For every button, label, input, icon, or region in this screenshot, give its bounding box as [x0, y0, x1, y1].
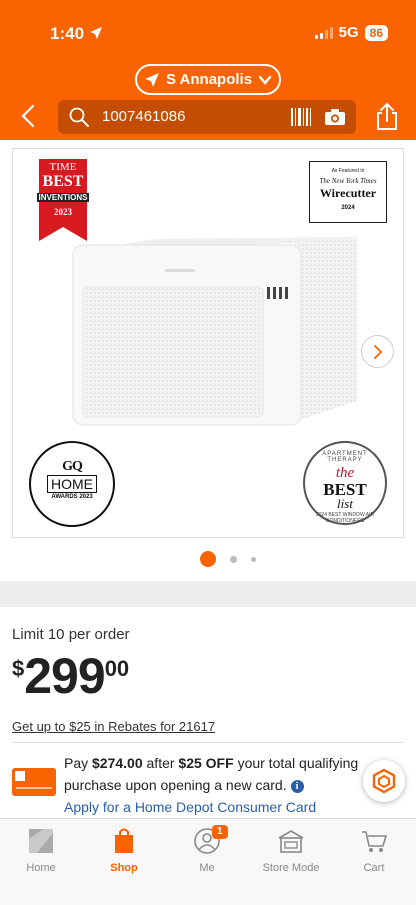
time-best-inventions-badge: TIME BEST INVENTIONS 2023	[37, 159, 89, 241]
store-name: S Annapolis	[165, 71, 253, 88]
divider	[12, 742, 404, 743]
order-limit-text: Limit 10 per order	[12, 626, 130, 643]
store-selector[interactable]: S Annapolis	[135, 64, 281, 95]
share-icon	[377, 102, 397, 130]
air-conditioner-product-image	[72, 237, 357, 426]
status-time: 1:40	[50, 24, 103, 44]
hexagon-assistant-icon	[372, 768, 396, 794]
back-button[interactable]	[14, 102, 42, 130]
pagination-dot[interactable]	[230, 555, 237, 563]
chat-assistant-button[interactable]	[363, 760, 405, 802]
bottom-navigation: Home Shop 1 Me Store Mode Cart	[0, 818, 416, 905]
next-image-button[interactable]	[361, 335, 394, 368]
info-icon[interactable]: i	[290, 779, 304, 793]
chevron-right-icon	[373, 344, 382, 359]
status-indicators: 5G 86	[314, 24, 388, 41]
price-cents: 00	[104, 656, 130, 681]
home-depot-logo-icon	[29, 829, 53, 853]
network-label: 5G	[338, 24, 359, 41]
chevron-down-icon	[258, 75, 272, 85]
product-image-gallery[interactable]: TIME BEST INVENTIONS 2023 As Featured In…	[12, 148, 404, 538]
search-icon	[69, 107, 89, 127]
search-input[interactable]: 1007461086	[58, 100, 356, 134]
gallery-pagination[interactable]	[200, 551, 256, 567]
pagination-dot[interactable]	[251, 556, 256, 562]
apartment-therapy-badge: APARTMENT THERAPY the BEST list 2024 BES…	[303, 441, 387, 525]
location-arrow-icon	[89, 27, 102, 39]
nav-me[interactable]: 1 Me	[172, 825, 242, 874]
share-button[interactable]	[372, 102, 402, 132]
search-value: 1007461086	[102, 108, 186, 125]
battery-indicator: 86	[364, 24, 388, 41]
store-icon	[278, 830, 304, 853]
notification-badge: 1	[212, 825, 228, 839]
location-arrow-icon	[145, 72, 159, 87]
product-price: $ 299 00	[12, 650, 129, 702]
gq-home-awards-badge: GQ HOME AWARDS 2023	[29, 441, 129, 527]
price-currency: $	[12, 656, 25, 681]
pagination-dot-active[interactable]	[200, 551, 216, 567]
app-header: 1:40 5G 86 S Annapolis 1007461086	[0, 0, 416, 140]
apply-card-link[interactable]: Apply for a Home Depot Consumer Card	[64, 799, 316, 815]
nav-home[interactable]: Home	[6, 827, 76, 874]
chevron-left-icon	[21, 104, 35, 128]
section-divider	[0, 581, 416, 607]
nav-store-mode[interactable]: Store Mode	[256, 827, 326, 874]
shopping-bag-icon	[115, 828, 133, 853]
card-offer-text: Pay $274.00 after $25 OFF your total qua…	[64, 755, 359, 815]
nav-shop[interactable]: Shop	[89, 827, 159, 874]
cart-icon	[362, 831, 388, 852]
signal-bars-icon	[314, 26, 333, 39]
wirecutter-badge: As Featured In The New York Times Wirecu…	[309, 161, 387, 223]
home-depot-card-image	[12, 768, 56, 796]
nav-cart[interactable]: Cart	[339, 827, 409, 874]
camera-icon[interactable]	[324, 107, 346, 127]
price-dollars: 299	[24, 648, 105, 704]
rebate-link[interactable]: Get up to $25 in Rebates for 21617	[12, 719, 215, 734]
barcode-scanner-icon[interactable]	[290, 107, 312, 127]
